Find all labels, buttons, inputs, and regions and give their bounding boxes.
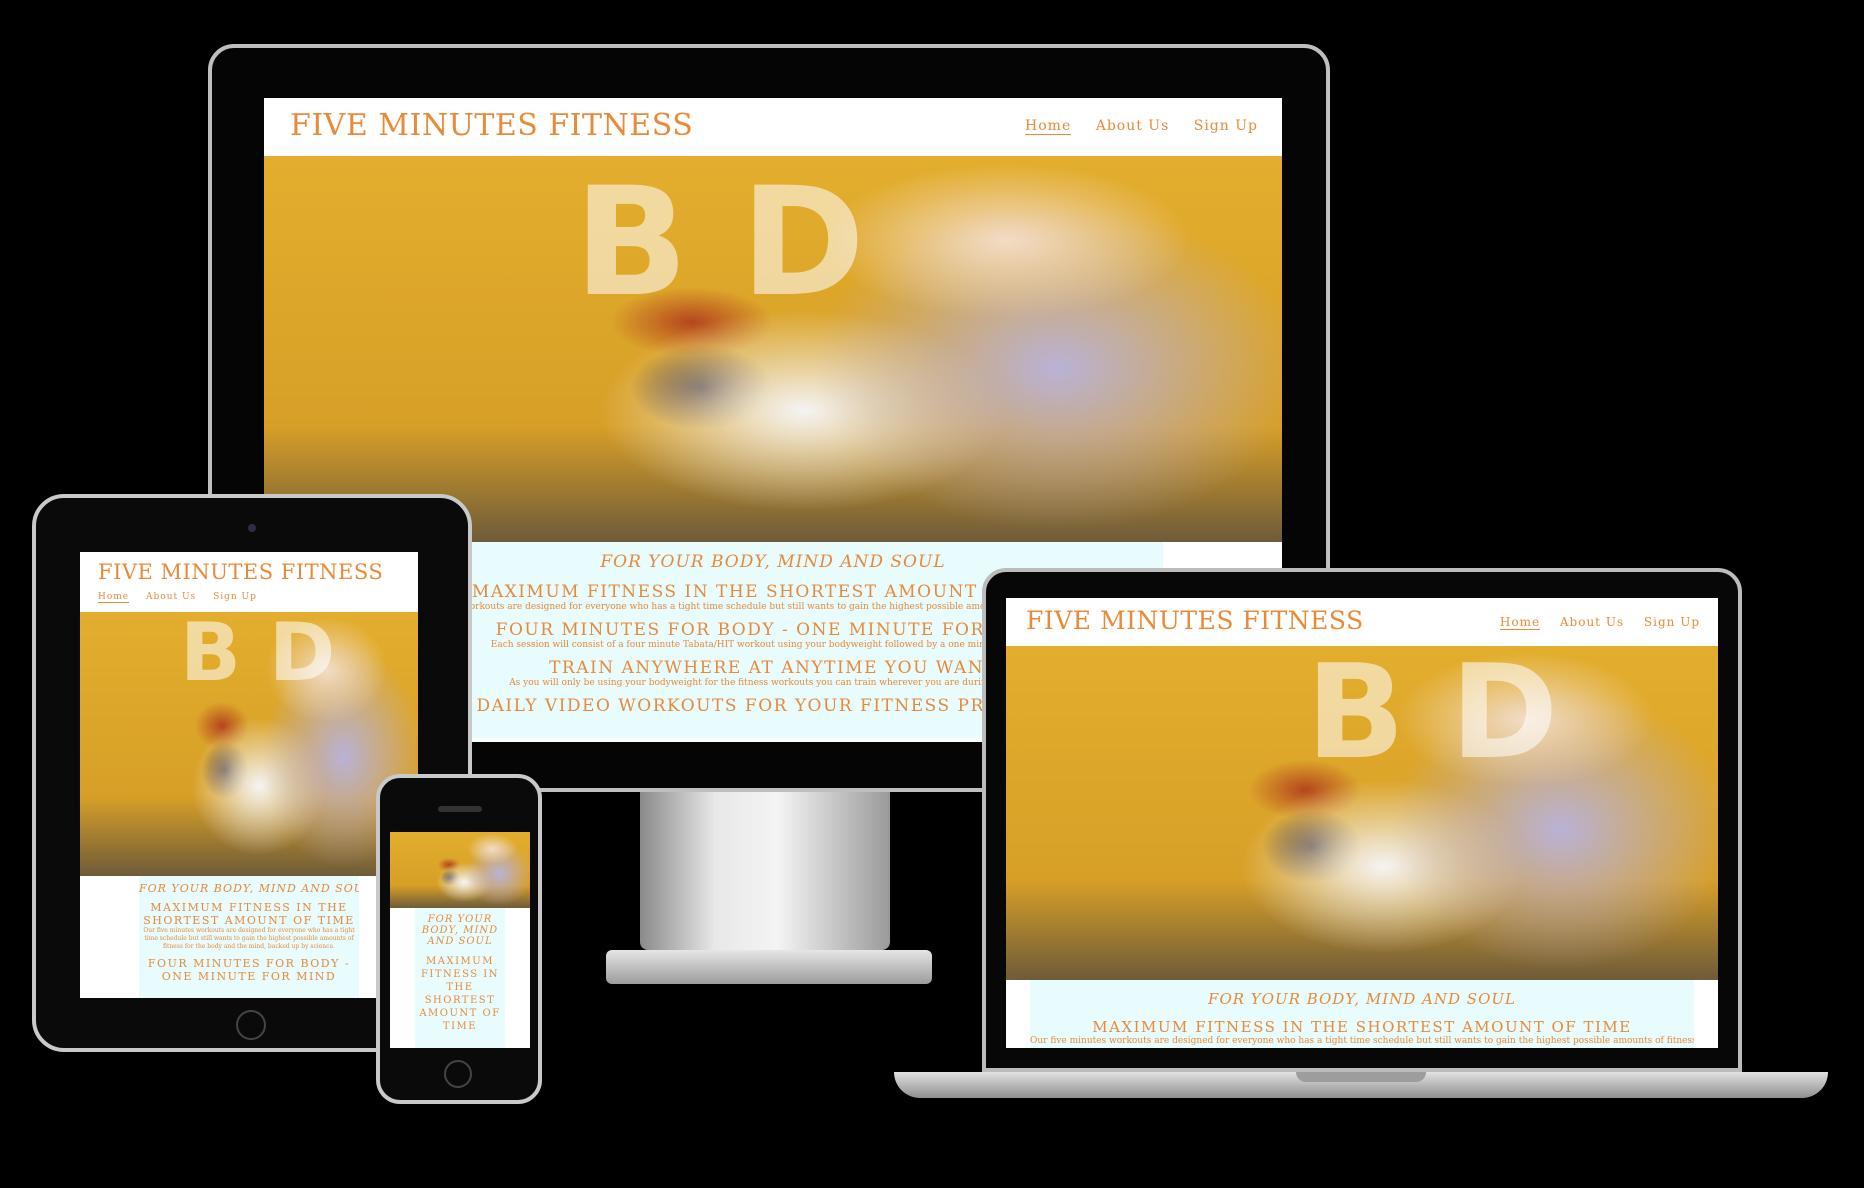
nav-about-us[interactable]: About Us <box>1096 118 1170 134</box>
nav-about-us[interactable]: About Us <box>146 592 196 602</box>
main-nav: Home About Us Sign Up <box>1025 118 1258 135</box>
nav-home[interactable]: Home <box>1025 118 1072 135</box>
tablet-screen: FIVE MINUTES FITNESS Home About Us Sign … <box>80 552 418 998</box>
tagline: FOR YOUR BODY, MIND AND SOUL <box>421 914 499 947</box>
section-title: MAXIMUM FITNESS IN THE SHORTEST AMOUNT O… <box>143 901 355 927</box>
hero-wall-graphic: B D <box>180 612 336 699</box>
section-title: MAXIMUM FITNESS IN THE SHORTEST AMOUNT O… <box>1092 1018 1632 1036</box>
hero-image: B D <box>264 156 1282 542</box>
site-header: FIVE MINUTES FITNESS Home About Us Sign … <box>264 98 1282 156</box>
site-header: FIVE MINUTES FITNESS Home About Us Sign … <box>1006 598 1718 646</box>
laptop-screen: FIVE MINUTES FITNESS Home About Us Sign … <box>1006 598 1718 1048</box>
nav-home[interactable]: Home <box>1499 615 1541 630</box>
speaker-icon <box>438 806 482 812</box>
brand-title[interactable]: FIVE MINUTES FITNESS <box>1026 606 1364 635</box>
section-text: Our five minutes workouts are designed f… <box>143 927 355 950</box>
tagline: FOR YOUR BODY, MIND AND SOUL <box>139 882 359 895</box>
content-section: FOR YOUR BODY, MIND AND SOUL MAXIMUM FIT… <box>1006 980 1718 1048</box>
nav-home[interactable]: Home <box>98 592 130 603</box>
hero-image: B D <box>80 612 418 876</box>
monitor-stand-base <box>606 950 932 984</box>
nav-about-us[interactable]: About Us <box>1560 615 1624 629</box>
section-title: FOUR MINUTES FOR BODY - ONE MINUTE FOR M… <box>147 957 351 983</box>
nav-sign-up[interactable]: Sign Up <box>213 592 257 602</box>
hero-wall-graphic: B D <box>1306 646 1559 788</box>
site-header: FIVE MINUTES FITNESS Home About Us Sign … <box>80 552 418 612</box>
brand-title[interactable]: FIVE MINUTES FITNESS <box>98 560 383 584</box>
main-nav: Home About Us Sign Up <box>98 592 257 603</box>
content-panel: FOR YOUR BODY, MIND AND SOUL MAXIMUM FIT… <box>415 908 505 1048</box>
hero-image: B D <box>1006 646 1718 980</box>
main-nav: Home About Us Sign Up <box>1499 615 1700 630</box>
tagline: FOR YOUR BODY, MIND AND SOUL <box>1208 990 1516 1008</box>
home-button[interactable] <box>236 1010 266 1040</box>
hero-image <box>390 832 530 908</box>
home-button[interactable] <box>444 1060 472 1088</box>
phone: FOR YOUR BODY, MIND AND SOUL MAXIMUM FIT… <box>376 774 542 1104</box>
nav-sign-up[interactable]: Sign Up <box>1644 615 1700 629</box>
content-panel: FOR YOUR BODY, MIND AND SOUL MAXIMUM FIT… <box>139 876 359 998</box>
content-section: FOR YOUR BODY, MIND AND SOUL MAXIMUM FIT… <box>390 908 530 1048</box>
section-text: Our five minutes workouts are designed f… <box>1030 1036 1694 1046</box>
section-title: MAXIMUM FITNESS IN THE SHORTEST AMOUNT O… <box>419 956 501 1032</box>
phone-screen: FOR YOUR BODY, MIND AND SOUL MAXIMUM FIT… <box>390 832 530 1048</box>
content-panel: FOR YOUR BODY, MIND AND SOUL MAXIMUM FIT… <box>1030 980 1694 1048</box>
laptop: FIVE MINUTES FITNESS Home About Us Sign … <box>982 568 1742 1072</box>
camera-icon <box>248 524 256 532</box>
nav-sign-up[interactable]: Sign Up <box>1194 118 1258 134</box>
monitor-stand <box>640 792 890 950</box>
laptop-notch <box>1296 1072 1426 1082</box>
brand-title[interactable]: FIVE MINUTES FITNESS <box>290 108 693 143</box>
content-section: FOR YOUR BODY, MIND AND SOUL MAXIMUM FIT… <box>80 876 418 998</box>
hero-wall-graphic: B D <box>574 156 866 330</box>
